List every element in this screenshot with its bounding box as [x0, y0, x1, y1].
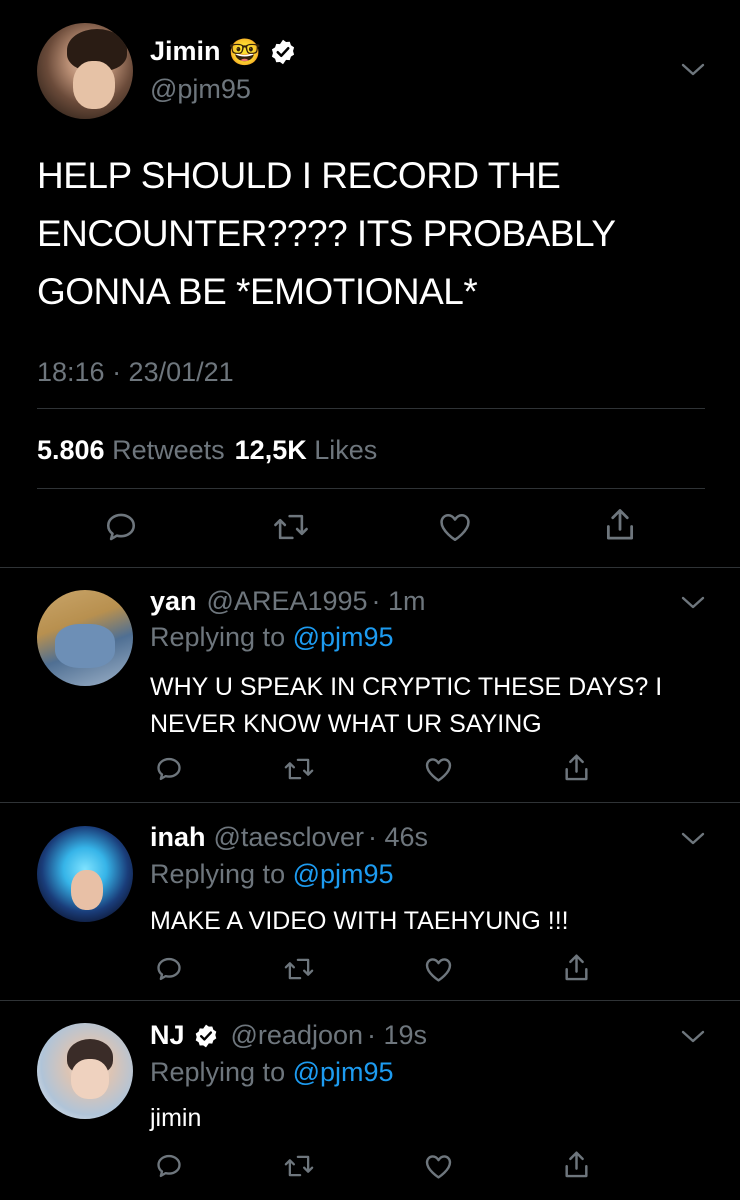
divider: [0, 802, 740, 803]
reply-text: WHY U SPEAK IN CRYPTIC THESE DAYS? I NEV…: [150, 673, 663, 738]
reply-header: NJ @readjoon · 19s: [150, 1020, 427, 1051]
reply-icon[interactable]: [155, 755, 183, 783]
chevron-down-icon[interactable]: [680, 595, 706, 611]
avatar[interactable]: [37, 23, 133, 119]
likes-stat[interactable]: 12,5K Likes: [235, 435, 378, 466]
replying-to-line: Replying to @pjm95: [150, 859, 394, 890]
divider: [37, 408, 705, 409]
reply-time[interactable]: · 19s: [367, 1020, 427, 1051]
replying-to-label: Replying to: [150, 859, 286, 889]
chevron-down-icon[interactable]: [680, 831, 706, 847]
nerd-face-emoji: 🤓: [228, 36, 261, 67]
divider: [0, 567, 740, 568]
verified-badge-icon: [193, 1023, 219, 1049]
like-icon[interactable]: [438, 511, 472, 543]
reply-author-handle[interactable]: @readjoon: [231, 1020, 364, 1051]
reply-icon[interactable]: [104, 510, 138, 544]
reply-text: jimin: [150, 1104, 202, 1132]
replying-to-line: Replying to @pjm95: [150, 1057, 394, 1088]
reply-icon[interactable]: [155, 1152, 183, 1180]
reply-author-name[interactable]: yan: [150, 586, 197, 617]
reply-time[interactable]: · 46s: [368, 822, 428, 853]
tweet-text: HELP SHOULD I RECORD THE ENCOUNTER???? I…: [37, 155, 615, 312]
replying-to-line: Replying to @pjm95: [150, 622, 394, 653]
tweet-stats: 5.806 Retweets 12,5K Likes: [37, 435, 377, 466]
likes-label: Likes: [314, 435, 378, 465]
reply-author-handle[interactable]: @taesclover: [214, 822, 364, 853]
retweet-icon[interactable]: [283, 755, 315, 783]
author-line: Jimin 🤓: [150, 36, 297, 67]
reply-icon[interactable]: [155, 955, 183, 983]
author-handle[interactable]: @pjm95: [150, 74, 251, 105]
author-name[interactable]: Jimin: [150, 36, 221, 67]
chevron-down-icon[interactable]: [680, 1029, 706, 1045]
retweets-label: Retweets: [112, 435, 225, 465]
like-icon[interactable]: [424, 956, 453, 983]
avatar[interactable]: [37, 590, 133, 686]
retweet-icon[interactable]: [272, 510, 310, 544]
share-icon[interactable]: [604, 506, 636, 544]
reply-time[interactable]: · 1m: [372, 586, 426, 617]
like-icon[interactable]: [424, 1153, 453, 1180]
like-icon[interactable]: [424, 756, 453, 783]
likes-count: 12,5K: [234, 435, 307, 465]
divider: [37, 488, 705, 489]
share-icon[interactable]: [563, 952, 590, 984]
avatar[interactable]: [37, 1023, 133, 1119]
reply-author-name[interactable]: NJ: [150, 1020, 185, 1051]
replying-to-label: Replying to: [150, 1057, 286, 1087]
replying-to-label: Replying to: [150, 622, 286, 652]
share-icon[interactable]: [563, 752, 590, 784]
reply-header: yan @AREA1995 · 1m: [150, 586, 426, 617]
retweets-stat[interactable]: 5.806 Retweets: [37, 435, 225, 466]
chevron-down-icon[interactable]: [680, 62, 706, 78]
verified-badge-icon: [269, 38, 297, 66]
retweet-icon[interactable]: [283, 955, 315, 983]
replying-to-mention[interactable]: @pjm95: [293, 622, 394, 652]
reply-header: inah @taesclover · 46s: [150, 822, 428, 853]
share-icon[interactable]: [563, 1149, 590, 1181]
divider: [0, 1000, 740, 1001]
reply-author-handle[interactable]: @AREA1995: [207, 586, 368, 617]
replying-to-mention[interactable]: @pjm95: [293, 1057, 394, 1087]
retweets-count: 5.806: [37, 435, 105, 465]
tweet-timestamp[interactable]: 18:16 · 23/01/21: [37, 357, 234, 388]
reply-text: MAKE A VIDEO WITH TAEHYUNG !!!: [150, 907, 569, 935]
avatar[interactable]: [37, 826, 133, 922]
replying-to-mention[interactable]: @pjm95: [293, 859, 394, 889]
retweet-icon[interactable]: [283, 1152, 315, 1180]
reply-author-name[interactable]: inah: [150, 822, 206, 853]
